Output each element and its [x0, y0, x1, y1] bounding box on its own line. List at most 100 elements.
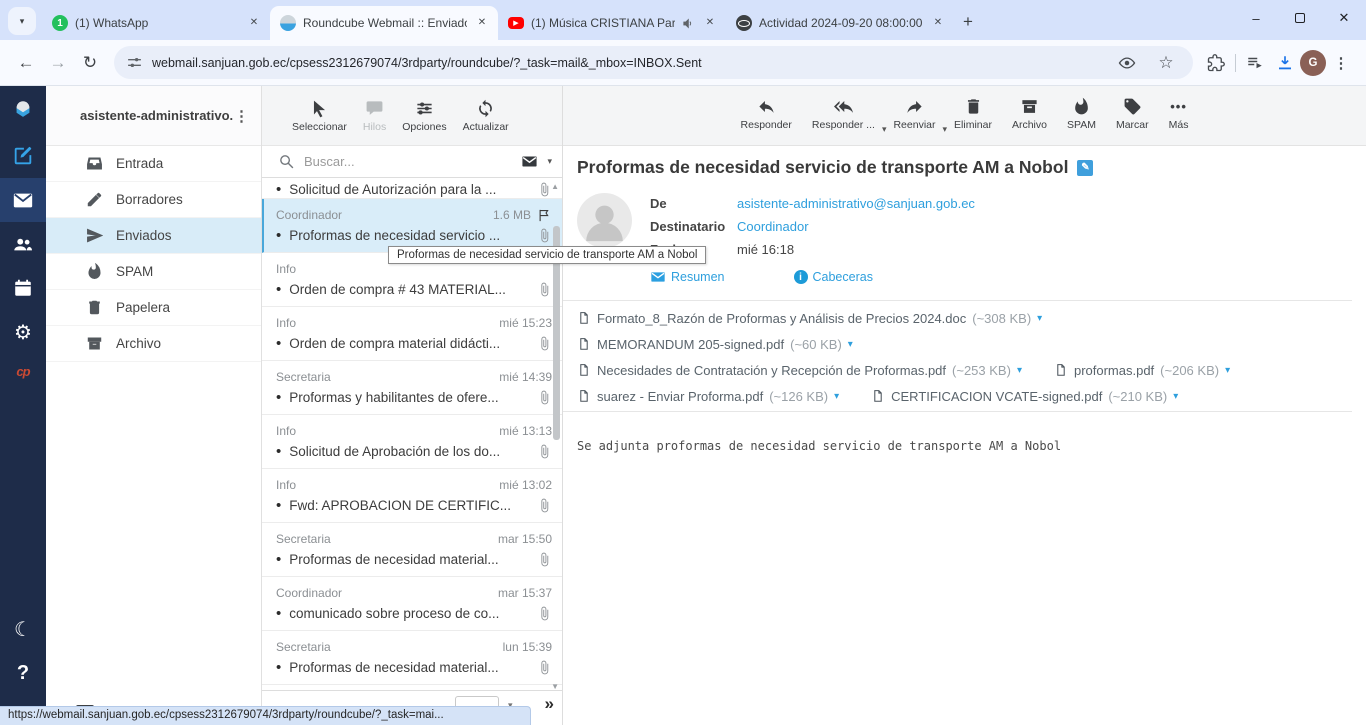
file-icon — [577, 388, 591, 404]
forward-button[interactable]: → — [42, 47, 74, 79]
attachment-name[interactable]: MEMORANDUM 205-signed.pdf — [597, 337, 784, 352]
window-close-button[interactable]: ✕ — [1322, 0, 1366, 36]
download-icon[interactable] — [1270, 48, 1300, 78]
attachment-name[interactable]: CERTIFICACION VCATE-signed.pdf — [891, 389, 1102, 404]
attachment-name[interactable]: proformas.pdf — [1074, 363, 1154, 378]
tab-audio-icon[interactable] — [682, 17, 695, 30]
attachment[interactable]: suarez - Enviar Proforma.pdf (~126 KB) ▾ — [577, 388, 839, 404]
tab-search-button[interactable]: ▾ — [8, 7, 36, 35]
reply-button[interactable]: Responder — [741, 96, 792, 145]
header-to-row: Destinatario Coordinador — [650, 219, 809, 234]
back-button[interactable]: ← — [10, 47, 42, 79]
from-address[interactable]: asistente-administrativo@sanjuan.gob.ec — [737, 196, 975, 211]
attachment-menu-chevron-icon[interactable]: ▾ — [1173, 391, 1178, 402]
more-button[interactable]: •••Más — [1169, 96, 1189, 145]
folder-item[interactable]: Enviados — [46, 218, 261, 254]
threads-button[interactable]: Hilos — [363, 98, 386, 133]
message-list-row-partial[interactable]: • Solicitud de Autorización para la ... — [262, 181, 562, 199]
folder-item[interactable]: Borradores — [46, 182, 261, 218]
nav-calendar-button[interactable] — [0, 266, 46, 310]
browser-tab[interactable]: (1) Música CRISTIANA Para ✕ — [498, 6, 726, 40]
browser-tab[interactable]: Actividad 2024-09-20 08:00:00 ✕ — [726, 6, 954, 40]
nav-settings-gear-icon[interactable]: ⚙ — [0, 310, 46, 354]
dark-mode-moon-icon[interactable]: ☾ — [0, 607, 46, 651]
attachment-menu-chevron-icon[interactable]: ▾ — [848, 339, 853, 350]
folder-item[interactable]: SPAM — [46, 254, 261, 290]
message-list-row[interactable]: Secretaria mié 14:39 • Proformas y habil… — [262, 361, 562, 415]
headers-link[interactable]: Cabeceras — [794, 270, 873, 284]
folder-item[interactable]: Papelera — [46, 290, 261, 326]
window-restore-button[interactable] — [1278, 0, 1322, 36]
tab-close-icon[interactable]: ✕ — [930, 15, 946, 31]
summary-link[interactable]: Resumen — [650, 269, 725, 285]
search-input[interactable] — [304, 154, 512, 169]
edit-subject-icon[interactable]: ✎ — [1077, 160, 1093, 176]
attachment-menu-chevron-icon[interactable]: ▾ — [1017, 365, 1022, 376]
compose-button[interactable] — [0, 134, 46, 178]
attachment[interactable]: CERTIFICACION VCATE-signed.pdf (~210 KB)… — [871, 388, 1178, 404]
folder-item[interactable]: Entrada — [46, 146, 261, 182]
folder-options-kebab-icon[interactable]: ⋮ — [234, 107, 249, 125]
reply-all-button[interactable]: Responder ... — [812, 96, 875, 145]
nav-mail-button[interactable] — [0, 178, 46, 222]
message-sender: Coordinador — [276, 208, 487, 222]
attachment[interactable]: MEMORANDUM 205-signed.pdf (~60 KB) ▾ — [577, 336, 853, 352]
reading-list-icon[interactable] — [1240, 48, 1270, 78]
profile-avatar[interactable]: G — [1300, 50, 1326, 76]
reading-mode-eye-icon[interactable] — [1112, 48, 1142, 78]
site-info-icon[interactable] — [126, 54, 143, 71]
tab-close-icon[interactable]: ✕ — [702, 15, 718, 31]
message-list-row[interactable]: Secretaria mar 15:50 • Proformas de nece… — [262, 523, 562, 577]
nav-contacts-button[interactable] — [0, 222, 46, 266]
spam-button[interactable]: SPAM — [1067, 96, 1096, 145]
reply-all-chevron-icon[interactable]: ▾ — [882, 124, 887, 145]
tab-close-icon[interactable]: ✕ — [246, 15, 262, 31]
account-header[interactable]: asistente-administrativo... ⋮ — [46, 86, 261, 146]
new-tab-button[interactable]: + — [954, 7, 982, 37]
forward-button[interactable]: Reenviar — [893, 96, 935, 145]
attachment[interactable]: Formato_8_Razón de Proformas y Análisis … — [577, 310, 1042, 326]
message-list-row[interactable]: Secretaria lun 15:39 • Proformas de nece… — [262, 631, 562, 685]
message-list-row[interactable]: Coordinador 1.6 MB • Proformas de necesi… — [262, 199, 562, 253]
extensions-puzzle-icon[interactable] — [1201, 48, 1231, 78]
address-bar[interactable]: webmail.sanjuan.gob.ec/cpsess2312679074/… — [114, 46, 1193, 79]
message-list-row[interactable]: Info mié 15:23 • Orden de compra materia… — [262, 307, 562, 361]
tab-close-icon[interactable]: ✕ — [474, 15, 490, 31]
url-text[interactable]: webmail.sanjuan.gob.ec/cpsess2312679074/… — [152, 56, 1103, 70]
select-button[interactable]: Seleccionar — [292, 98, 347, 133]
scroll-up-icon[interactable]: ▲ — [551, 182, 559, 191]
refresh-button[interactable]: Actualizar — [463, 98, 509, 133]
reload-button[interactable]: ↻ — [74, 47, 106, 79]
attachment-name[interactable]: Formato_8_Razón de Proformas y Análisis … — [597, 311, 966, 326]
browser-menu-kebab-icon[interactable]: ⋮ — [1326, 48, 1356, 78]
message-list-row[interactable]: Info mié 13:02 • Fwd: APROBACION DE CERT… — [262, 469, 562, 523]
browser-tab[interactable]: Roundcube Webmail :: Enviado: ✕ — [270, 6, 498, 40]
browser-toolbar: ← → ↻ webmail.sanjuan.gob.ec/cpsess23126… — [0, 40, 1366, 86]
window-minimize-button[interactable]: – — [1234, 0, 1278, 36]
flag-icon[interactable] — [537, 208, 552, 223]
browser-tab[interactable]: (1) WhatsApp ✕ — [42, 6, 270, 40]
attachment-menu-chevron-icon[interactable]: ▾ — [1037, 313, 1042, 324]
next-page-button[interactable]: » — [545, 694, 554, 714]
folder-item[interactable]: Archivo — [46, 326, 261, 362]
delete-button[interactable]: Eliminar — [954, 96, 992, 145]
attachment-menu-chevron-icon[interactable]: ▾ — [1225, 365, 1230, 376]
archive-button[interactable]: Archivo — [1012, 96, 1047, 145]
message-toolbar: Responder Responder ... ▾ Reenviar ▾ Eli… — [563, 86, 1366, 146]
attachment[interactable]: proformas.pdf (~206 KB) ▾ — [1054, 362, 1230, 378]
message-list-row[interactable]: Coordinador mar 15:37 • comunicado sobre… — [262, 577, 562, 631]
to-address[interactable]: Coordinador — [737, 219, 809, 234]
message-list-row[interactable]: Info mié 13:13 • Solicitud de Aprobación… — [262, 415, 562, 469]
mark-button[interactable]: Marcar — [1116, 96, 1149, 145]
attachment-name[interactable]: Necesidades de Contratación y Recepción … — [597, 363, 946, 378]
forward-chevron-icon[interactable]: ▾ — [943, 124, 948, 145]
bookmark-star-icon[interactable]: ☆ — [1151, 48, 1181, 78]
search-scope-mail-icon[interactable] — [521, 153, 538, 170]
attachment-clip-icon — [537, 444, 552, 459]
search-scope-chevron-icon[interactable]: ▾ — [547, 156, 552, 167]
attachment-name[interactable]: suarez - Enviar Proforma.pdf — [597, 389, 763, 404]
options-button[interactable]: Opciones — [402, 98, 446, 133]
help-button[interactable]: ? — [0, 651, 46, 695]
attachment[interactable]: Necesidades de Contratación y Recepción … — [577, 362, 1022, 378]
attachment-menu-chevron-icon[interactable]: ▾ — [834, 391, 839, 402]
